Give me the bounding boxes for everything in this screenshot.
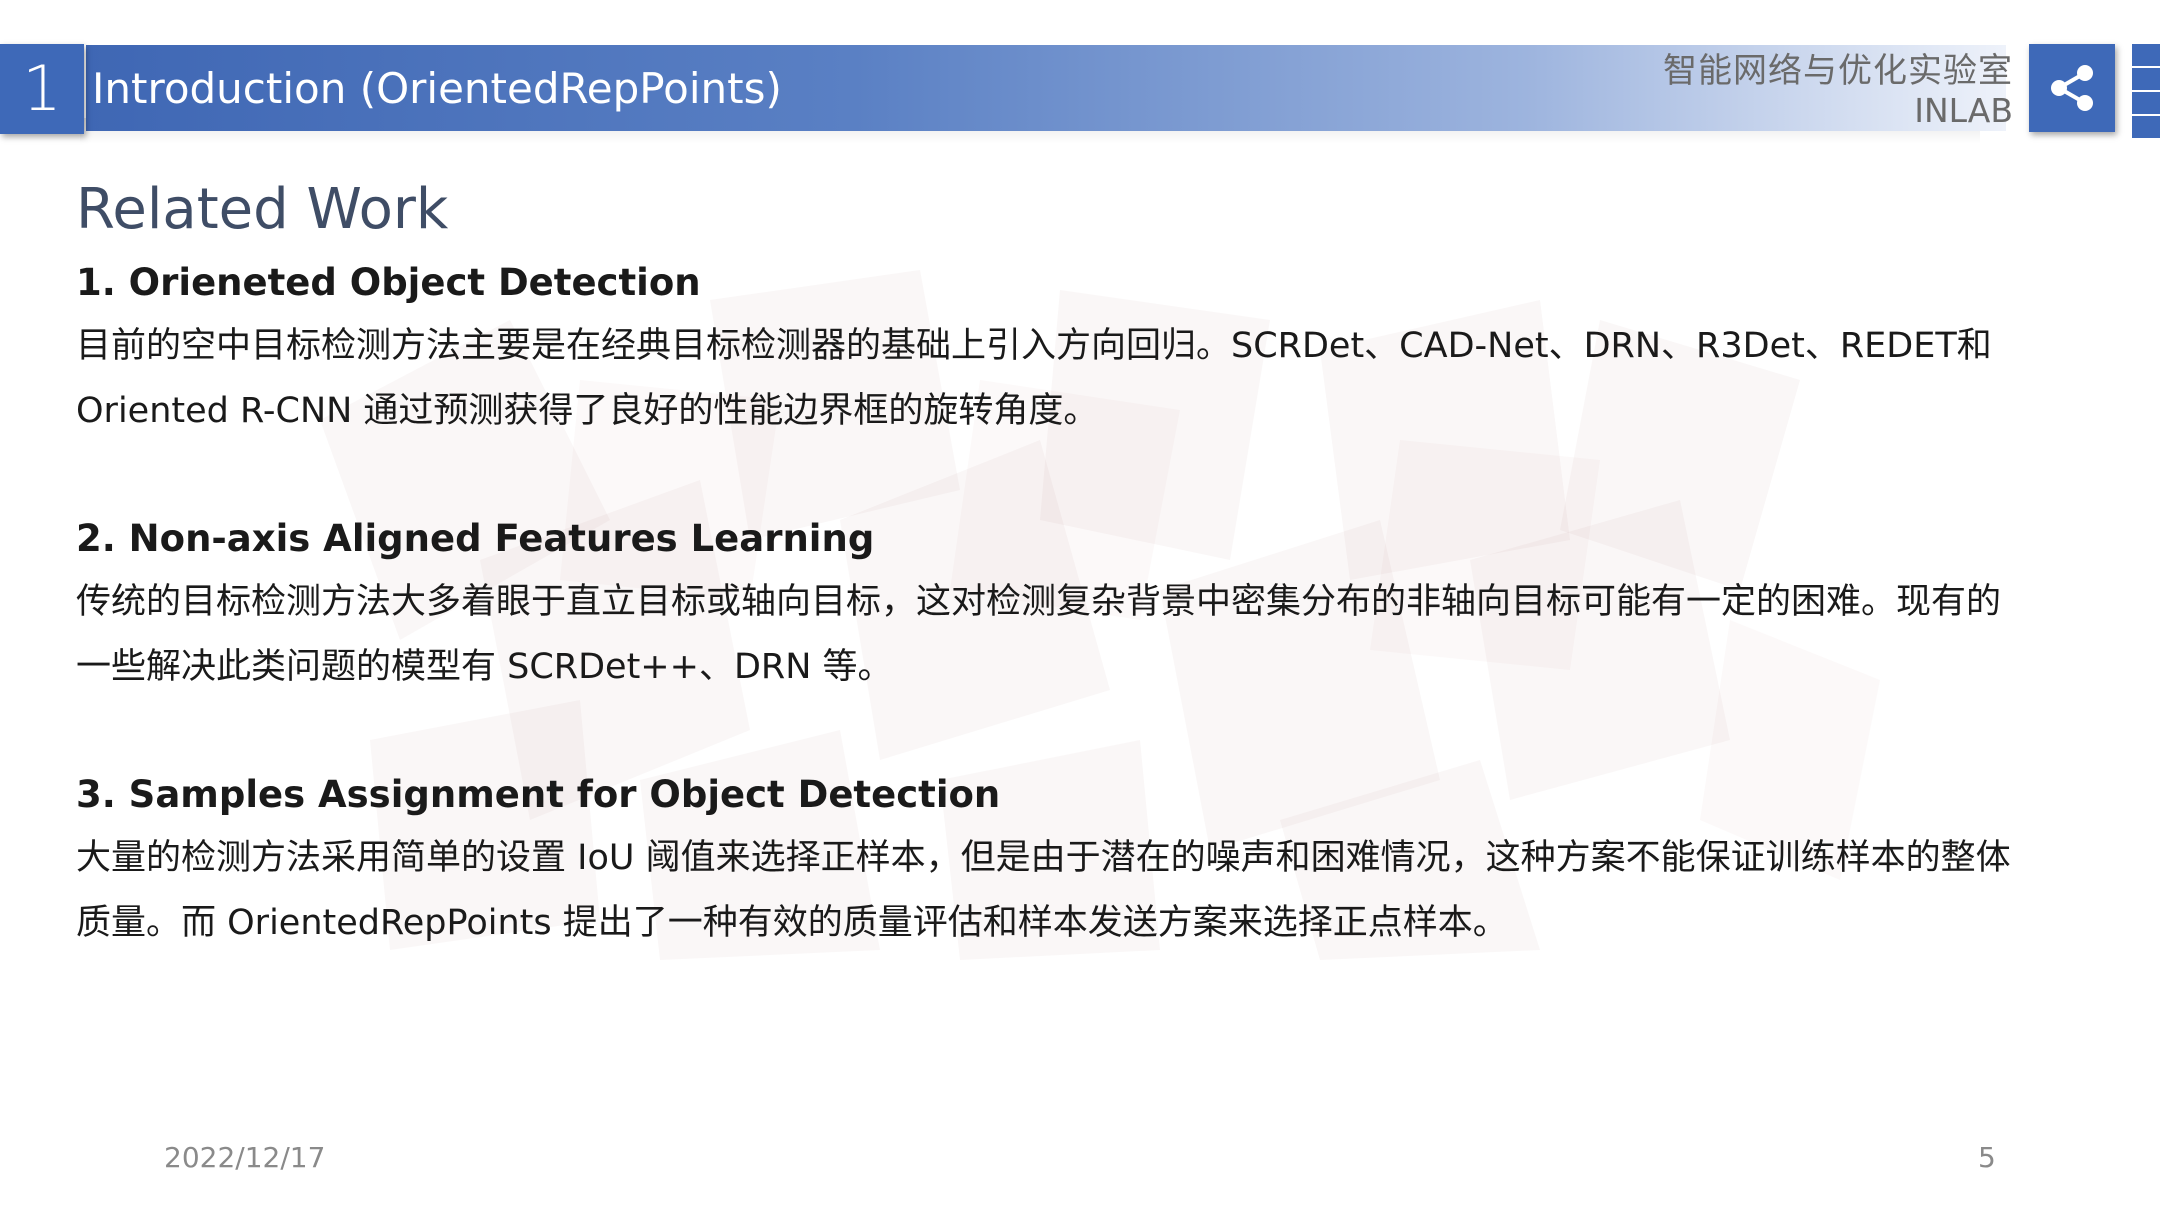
- section-number-box: 1: [0, 44, 84, 134]
- section-heading: Related Work: [76, 177, 449, 242]
- lab-name-cn: 智能网络与优化实验室: [1663, 51, 2013, 91]
- item-body-line: 传统的目标检测方法大多着眼于直立目标或轴向目标，这对检测复杂背景中密集分布的非轴…: [76, 582, 2002, 622]
- slide-title: Introduction (OrientedRepPoints): [92, 64, 782, 113]
- lab-name-en: INLAB: [1914, 91, 2013, 130]
- page-number: 5: [1978, 1141, 1996, 1174]
- edge-tabs: [2132, 44, 2160, 138]
- item-body-line: 大量的检测方法采用简单的设置 IoU 阈值来选择正样本，但是由于潜在的噪声和困难…: [76, 838, 2011, 878]
- item-body-line: 目前的空中目标检测方法主要是在经典目标检测器的基础上引入方向回归。SCRDet、…: [76, 326, 1992, 366]
- edge-tab: [2132, 68, 2160, 90]
- item-title: 1. Orieneted Object Detection: [76, 261, 701, 304]
- edge-tab: [2132, 116, 2160, 138]
- list-item: 3. Samples Assignment for Object Detecti…: [76, 764, 2086, 956]
- item-body-line: 质量。而 OrientedRepPoints 提出了一种有效的质量评估和样本发送…: [76, 903, 1508, 943]
- list-item: 2. Non-axis Aligned Features Learning 传统…: [76, 508, 2086, 700]
- share-button[interactable]: [2029, 44, 2115, 132]
- item-body-line: 一些解决此类问题的模型有 SCRDet++、DRN 等。: [76, 647, 893, 687]
- edge-tab: [2132, 92, 2160, 114]
- list-item: 1. Orieneted Object Detection 目前的空中目标检测方…: [76, 252, 2086, 444]
- lab-name: 智能网络与优化实验室 INLAB: [1663, 50, 2013, 130]
- main-content: Related Work 1. Orieneted Object Detecti…: [76, 170, 2086, 1020]
- edge-tab: [2132, 44, 2160, 66]
- share-icon: [2051, 65, 2093, 111]
- slide: 1 Introduction (OrientedRepPoints) 智能网络与…: [0, 0, 2160, 1215]
- item-title: 2. Non-axis Aligned Features Learning: [76, 517, 875, 560]
- item-body-line: Oriented R-CNN 通过预测获得了良好的性能边界框的旋转角度。: [76, 391, 1099, 431]
- item-title: 3. Samples Assignment for Object Detecti…: [76, 773, 1001, 816]
- footer-date: 2022/12/17: [164, 1141, 326, 1174]
- section-number: 1: [22, 52, 62, 125]
